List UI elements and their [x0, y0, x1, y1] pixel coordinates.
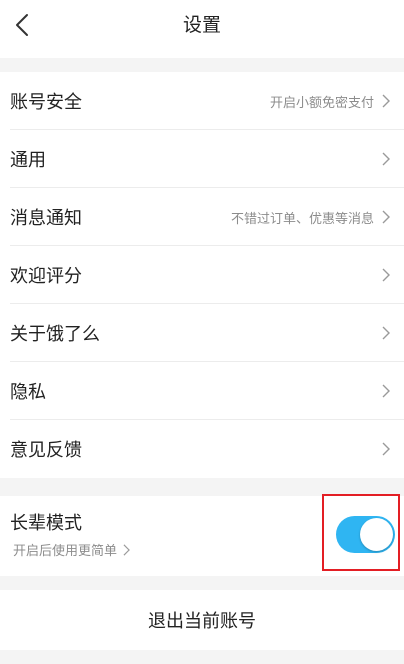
settings-item-privacy[interactable]: 隐私	[0, 362, 404, 420]
chevron-right-icon	[382, 442, 390, 456]
settings-item-account-security[interactable]: 账号安全 开启小额免密支付	[0, 72, 404, 130]
settings-list: 账号安全 开启小额免密支付 通用 消息通知 不错过订单、优惠等消息 欢迎评分 关…	[0, 72, 404, 478]
logout-label: 退出当前账号	[148, 611, 256, 632]
settings-item-label: 隐私	[10, 382, 46, 403]
chevron-right-icon	[382, 152, 390, 166]
settings-item-label: 欢迎评分	[10, 266, 82, 287]
settings-item-value: 开启小额免密支付	[269, 95, 374, 111]
chevron-right-icon	[382, 326, 390, 340]
settings-item-label: 账号安全	[10, 92, 82, 113]
settings-item-rating[interactable]: 欢迎评分	[0, 246, 404, 304]
page-title: 设置	[182, 14, 221, 36]
senior-mode-subtitle: 开启后使用更简单	[13, 544, 118, 559]
chevron-right-icon	[123, 543, 130, 556]
chevron-right-icon	[382, 94, 390, 108]
settings-item-about[interactable]: 关于饿了么	[0, 304, 404, 362]
chevron-right-icon	[382, 268, 390, 282]
highlight-box	[322, 494, 400, 571]
top-bar: 设置	[0, 0, 404, 58]
senior-mode-title: 长辈模式	[10, 513, 82, 534]
senior-mode-info-link[interactable]: 开启后使用更简单	[13, 540, 130, 559]
settings-item-label: 消息通知	[10, 208, 82, 229]
logout-button[interactable]: 退出当前账号	[0, 590, 404, 650]
settings-item-notifications[interactable]: 消息通知 不错过订单、优惠等消息	[0, 188, 404, 246]
settings-item-label: 通用	[10, 150, 46, 171]
settings-item-value: 不错过订单、优惠等消息	[230, 211, 374, 227]
settings-item-label: 意见反馈	[10, 440, 82, 461]
chevron-right-icon	[382, 384, 390, 398]
chevron-right-icon	[382, 210, 390, 224]
settings-item-general[interactable]: 通用	[0, 130, 404, 188]
settings-item-label: 关于饿了么	[10, 324, 100, 345]
settings-item-feedback[interactable]: 意见反馈	[0, 420, 404, 478]
